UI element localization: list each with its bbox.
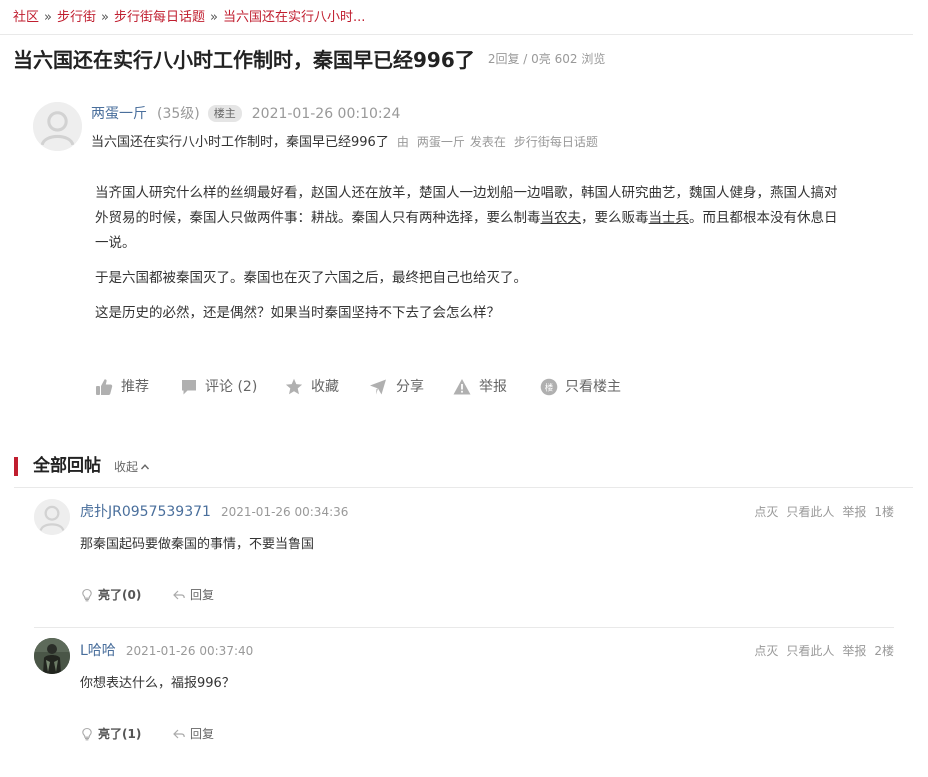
reply-meta: L哈哈 2021-01-26 00:37:40 — [80, 640, 253, 660]
thread-title-row: 当六国还在实行八小时工作制时，秦国早已经996了 2回复 / 0亮 602 浏览 — [13, 44, 605, 73]
dislike-link[interactable]: 点灭 — [754, 505, 778, 519]
light-label: 亮了(1) — [98, 727, 142, 741]
op-underlined-farmer: 当农夫 — [540, 210, 582, 226]
floor-number: 2楼 — [874, 644, 894, 658]
breadcrumb-community[interactable]: 社区 — [13, 10, 39, 25]
breadcrumb-separator: » — [44, 10, 52, 25]
op-paragraph-2: 于是六国都被秦国灭了。秦国也在灭了六国之后，最终把自己也给灭了。 — [95, 270, 527, 286]
op-subtitle: 当六国还在实行八小时工作制时，秦国早已经996了由两蛋一斤 发表在 步行街每日话题 — [91, 131, 598, 150]
op-subtitle-posted-in: 发表在 — [469, 135, 506, 149]
breadcrumb-current-thread[interactable]: 当六国还在实行八小时... — [223, 10, 365, 25]
only-this-user-link[interactable]: 只看此人 — [786, 505, 834, 519]
floor-number: 1楼 — [874, 505, 894, 519]
reply-arrow-icon — [173, 729, 185, 739]
star-icon — [285, 378, 303, 395]
reply-content: 你想表达什么，福报996？ — [80, 676, 235, 691]
collapse-toggle[interactable]: 收起 — [114, 458, 150, 475]
thread-stats: 2回复 / 0亮 602 浏览 — [487, 52, 606, 66]
breadcrumb-street[interactable]: 步行街 — [57, 10, 96, 25]
dislike-link[interactable]: 点灭 — [754, 644, 778, 658]
recommend-label: 推荐 — [121, 379, 149, 395]
lightbulb-icon — [82, 588, 92, 602]
reply-content: 那秦国起码要做秦国的事情，不要当鲁国 — [80, 537, 315, 552]
reply-tools: 点灭 只看此人 举报 1楼 — [746, 503, 894, 520]
op-paragraph-3: 这是历史的必然，还是偶然？如果当时秦国坚持不下去了会怎么样？ — [95, 305, 500, 321]
op-time: 2021-01-26 00:10:24 — [251, 106, 401, 122]
reply-label: 回复 — [190, 727, 215, 741]
op-paragraph-1-text: ，要么贩毒 — [581, 210, 649, 226]
reply-label: 回复 — [190, 588, 215, 602]
op-meta: 两蛋一斤 (35级) 楼主 2021-01-26 00:10:24 — [91, 103, 400, 123]
reply-item: 虎扑JR0957539371 2021-01-26 00:34:36 点灭 只看此人… — [34, 501, 894, 611]
op-paragraph-1: 当齐国人研究什么样的丝绸最好看，赵国人还在放羊，楚国人一边划船一边唱歌，韩国人研… — [95, 181, 845, 256]
op-subtitle-forum[interactable]: 步行街每日话题 — [514, 135, 598, 149]
reply-username[interactable]: L哈哈 — [80, 643, 116, 659]
thumbs-up-icon — [96, 379, 113, 395]
op-badge: 楼主 — [207, 105, 242, 122]
breadcrumb: 社区 » 步行街 » 步行街每日话题 » 当六国还在实行八小时... — [13, 6, 365, 25]
breadcrumb-divider — [0, 34, 913, 35]
reply-tools: 点灭 只看此人 举报 2楼 — [746, 642, 894, 659]
reply-arrow-icon — [173, 590, 185, 600]
op-level: (35级) — [157, 106, 200, 122]
op-subtitle-by: 由 — [396, 135, 409, 149]
reply-report-link[interactable]: 举报 — [842, 644, 866, 658]
chevron-up-icon — [141, 464, 150, 470]
reply-time: 2021-01-26 00:37:40 — [125, 644, 254, 658]
op-username[interactable]: 两蛋一斤 — [91, 106, 147, 122]
op-only-label: 只看楼主 — [565, 379, 621, 395]
breadcrumb-separator: » — [101, 10, 109, 25]
op-body: 当齐国人研究什么样的丝绸最好看，赵国人还在放羊，楚国人一边划船一边唱歌，韩国人研… — [95, 181, 845, 336]
reply-divider — [34, 627, 894, 628]
reply-time: 2021-01-26 00:34:36 — [220, 505, 349, 519]
comment-label: 评论 (2) — [205, 379, 258, 395]
breadcrumb-daily-topic[interactable]: 步行街每日话题 — [114, 10, 205, 25]
reply-username[interactable]: 虎扑JR0957539371 — [80, 504, 211, 520]
share-plane-icon — [370, 379, 386, 395]
light-label: 亮了(0) — [98, 588, 142, 602]
op-subtitle-author[interactable]: 两蛋一斤 — [417, 135, 465, 149]
op-only-icon-char: 楼 — [545, 382, 554, 393]
thread-title: 当六国还在实行八小时工作制时，秦国早已经996了 — [13, 48, 475, 72]
op-underlined-soldier: 当士兵 — [648, 210, 690, 226]
share-label: 分享 — [396, 379, 424, 395]
report-label: 举报 — [479, 379, 507, 395]
section-accent-bar — [14, 457, 18, 476]
op-avatar[interactable] — [33, 102, 82, 151]
warning-icon — [453, 379, 471, 395]
section-divider — [14, 487, 913, 488]
only-this-user-link[interactable]: 只看此人 — [786, 644, 834, 658]
comment-icon — [182, 380, 196, 395]
reply-item: L哈哈 2021-01-26 00:37:40 点灭 只看此人 举报 2楼 你想表达什么… — [34, 640, 894, 750]
reply-meta: 虎扑JR0957539371 2021-01-26 00:34:36 — [80, 501, 348, 521]
reply-report-link[interactable]: 举报 — [842, 505, 866, 519]
default-avatar-icon — [33, 102, 82, 151]
replies-section-title: 全部回帖 — [33, 456, 101, 476]
lightbulb-icon — [82, 727, 92, 741]
op-subtitle-title: 当六国还在实行八小时工作制时，秦国早已经996了 — [91, 135, 389, 150]
breadcrumb-separator: » — [209, 10, 218, 25]
floor-owner-icon: 楼 — [540, 378, 558, 396]
collapse-label: 收起 — [114, 460, 139, 474]
favorite-label: 收藏 — [311, 379, 339, 395]
